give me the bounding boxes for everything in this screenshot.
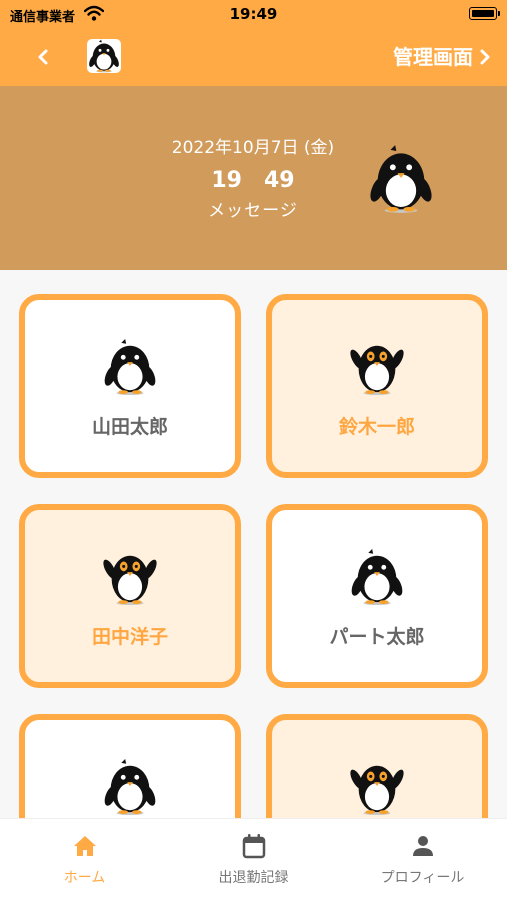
tab-label: プロフィール xyxy=(380,870,465,886)
tab-label: 出退勤記録 xyxy=(218,870,289,886)
admin-link[interactable]: 管理画面 xyxy=(393,42,473,72)
date-label: 2022年10月7日 (金) xyxy=(171,138,335,158)
penguin-icon xyxy=(87,39,121,73)
staff-name: 鈴木一郎 xyxy=(338,416,415,438)
staff-card[interactable]: パート太郎 xyxy=(266,504,488,688)
tab-bar: ホーム 出退勤記録 プロフィール xyxy=(0,818,507,901)
penguin-icon xyxy=(366,144,436,214)
battery-icon xyxy=(469,7,500,20)
staff-name: 田中洋子 xyxy=(91,626,168,648)
staff-card[interactable] xyxy=(266,714,488,818)
staff-card[interactable]: 鈴木一郎 xyxy=(266,294,488,478)
staff-card[interactable]: 田中洋子 xyxy=(19,504,241,688)
tab-attendance[interactable]: 出退勤記録 xyxy=(169,819,338,901)
tab-home[interactable]: ホーム xyxy=(0,819,169,901)
nav-bar: 管理画面 xyxy=(0,28,507,86)
penguin-icon xyxy=(101,758,159,816)
message-label: メッセージ xyxy=(208,201,298,221)
penguin-icon xyxy=(348,758,406,816)
staff-name: パート太郎 xyxy=(329,626,425,648)
tab-label: ホーム xyxy=(63,870,106,886)
home-icon xyxy=(74,836,96,856)
status-clock: 19:49 xyxy=(229,5,278,23)
penguin-icon xyxy=(101,548,159,606)
penguin-icon xyxy=(348,338,406,396)
back-button[interactable] xyxy=(30,42,56,72)
penguin-icon xyxy=(101,338,159,396)
staff-grid: 山田太郎 鈴木一郎 田中洋子 パート太郎 xyxy=(0,270,507,818)
person-icon xyxy=(413,836,433,856)
header-band: 2022年10月7日 (金) 19 49 メッセージ xyxy=(0,86,507,270)
staff-card[interactable] xyxy=(19,714,241,818)
staff-card[interactable]: 山田太郎 xyxy=(19,294,241,478)
penguin-icon xyxy=(348,548,406,606)
chevron-right-icon[interactable] xyxy=(477,45,493,69)
staff-name: 山田太郎 xyxy=(91,416,168,438)
avatar[interactable] xyxy=(87,39,121,73)
time-label: 19 49 xyxy=(211,168,295,193)
chevron-left-icon xyxy=(38,49,48,65)
status-bar: 通信事業者 19:49 xyxy=(0,0,507,28)
tab-profile[interactable]: プロフィール xyxy=(338,819,507,901)
calendar-icon xyxy=(242,834,266,859)
